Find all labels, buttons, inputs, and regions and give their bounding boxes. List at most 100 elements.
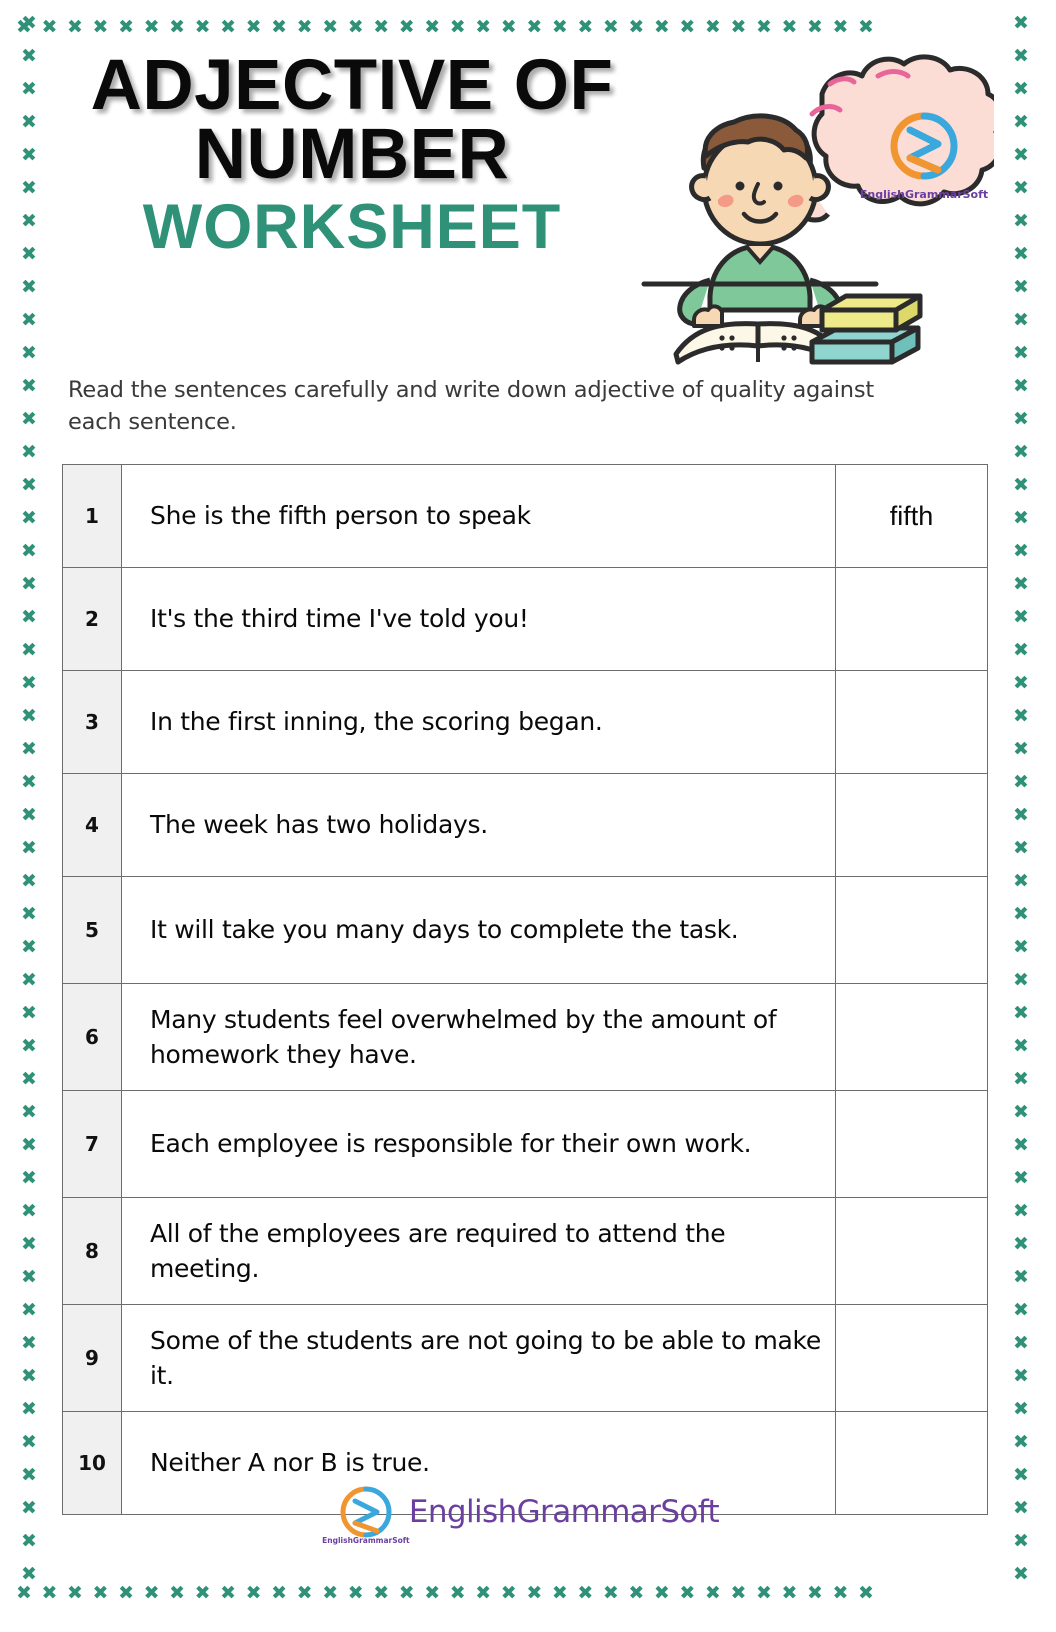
border-x-icon: ✖ bbox=[1013, 111, 1029, 133]
border-x-icon: ✖ bbox=[21, 507, 37, 529]
table-row: 6 Many students feel overwhelmed by the a… bbox=[62, 983, 988, 1091]
border-x-icon: ✖ bbox=[398, 1581, 415, 1604]
border-x-icon: ✖ bbox=[577, 15, 594, 38]
answer-cell[interactable] bbox=[835, 1090, 988, 1198]
border-x-icon: ✖ bbox=[143, 1581, 160, 1604]
border-x-icon: ✖ bbox=[169, 1581, 186, 1604]
border-x-icon: ✖ bbox=[1013, 1134, 1029, 1156]
border-x-icon: ✖ bbox=[21, 177, 37, 199]
border-x-icon: ✖ bbox=[21, 1101, 37, 1123]
border-x-icon: ✖ bbox=[194, 1581, 211, 1604]
border-x-icon: ✖ bbox=[1013, 705, 1029, 727]
decorative-border-top: ✖ ✖ ✖ ✖ ✖ ✖ ✖ ✖ ✖ ✖ ✖ ✖ ✖ ✖ ✖ ✖ ✖ ✖ ✖ ✖ ✖ ✖ ✖ ✖ ✖ ✖ ✖ ✖ ✖ ✖ ✖ ✖ ✖ ✖ bbox=[0, 14, 1056, 40]
answer-cell[interactable] bbox=[835, 773, 988, 877]
englishgrammarsoft-logo-icon: EnglishGrammarSoft bbox=[322, 1483, 410, 1545]
border-x-icon: ✖ bbox=[296, 1581, 313, 1604]
border-x-icon: ✖ bbox=[169, 15, 186, 38]
border-x-icon: ✖ bbox=[118, 1581, 134, 1604]
page-title-line1: ADJECTIVE OF bbox=[90, 46, 614, 125]
table-row: 2 It's the third time I've told you! bbox=[62, 567, 988, 671]
border-x-icon: ✖ bbox=[1013, 1398, 1029, 1420]
answer-cell[interactable] bbox=[835, 1197, 988, 1305]
border-x-icon: ✖ bbox=[322, 1581, 339, 1604]
border-x-icon: ✖ bbox=[1013, 144, 1029, 166]
answer-cell[interactable] bbox=[835, 983, 988, 1091]
answer-cell[interactable]: fifth bbox=[835, 464, 988, 568]
border-x-icon: ✖ bbox=[347, 15, 364, 38]
border-x-icon: ✖ bbox=[500, 1581, 517, 1604]
border-x-icon: ✖ bbox=[1013, 45, 1029, 67]
border-x-icon: ✖ bbox=[373, 15, 390, 38]
border-x-icon: ✖ bbox=[1013, 1233, 1029, 1255]
border-x-icon: ✖ bbox=[424, 1581, 441, 1604]
sentence-cell: Some of the students are not going to be… bbox=[121, 1304, 836, 1412]
border-x-icon: ✖ bbox=[194, 15, 211, 38]
border-x-icon: ✖ bbox=[21, 45, 37, 67]
border-x-icon: ✖ bbox=[21, 474, 37, 496]
sentence-cell: The week has two holidays. bbox=[121, 773, 836, 877]
reading-boy-illustration: EnglishGrammarSoft bbox=[614, 48, 1005, 368]
worksheet-header: ADJECTIVE OF NUMBER WORKSHEET EnglishGra… bbox=[62, 46, 1005, 365]
border-x-icon: ✖ bbox=[21, 441, 37, 463]
row-number-cell: 4 bbox=[62, 773, 122, 877]
border-x-icon: ✖ bbox=[21, 210, 37, 232]
bubble-logo-caption: EnglishGrammarSoft bbox=[860, 188, 988, 201]
border-x-icon: ✖ bbox=[1013, 243, 1029, 265]
answer-cell[interactable] bbox=[835, 876, 988, 984]
footer-logo-caption: EnglishGrammarSoft bbox=[322, 1536, 410, 1545]
border-x-icon: ✖ bbox=[475, 1581, 492, 1604]
border-x-icon: ✖ bbox=[1013, 1167, 1029, 1189]
border-x-icon: ✖ bbox=[1013, 969, 1029, 991]
border-x-icon: ✖ bbox=[271, 1581, 288, 1604]
border-x-icon: ✖ bbox=[679, 1581, 696, 1604]
row-number-cell: 7 bbox=[62, 1090, 122, 1198]
border-x-icon: ✖ bbox=[21, 1563, 37, 1585]
border-x-icon: ✖ bbox=[781, 15, 798, 38]
footer-branding: EnglishGrammarSoft EnglishGrammarSoft bbox=[0, 1483, 1056, 1545]
border-x-icon: ✖ bbox=[1013, 1266, 1029, 1288]
title-block: ADJECTIVE OF NUMBER WORKSHEET bbox=[62, 46, 642, 259]
border-x-icon: ✖ bbox=[373, 1581, 390, 1604]
border-x-icon: ✖ bbox=[67, 15, 83, 38]
border-x-icon: ✖ bbox=[21, 573, 37, 595]
border-x-icon: ✖ bbox=[21, 408, 37, 430]
border-x-icon: ✖ bbox=[296, 15, 313, 38]
border-x-icon: ✖ bbox=[41, 1581, 58, 1604]
border-x-icon: ✖ bbox=[347, 1581, 364, 1604]
answer-cell[interactable] bbox=[835, 567, 988, 671]
border-x-icon: ✖ bbox=[806, 15, 823, 38]
border-x-icon: ✖ bbox=[21, 1233, 37, 1255]
worksheet-table-body: 1 She is the fifth person to speak fifth 2 I… bbox=[62, 464, 988, 1515]
border-x-icon: ✖ bbox=[858, 15, 874, 38]
decorative-border-left: ✖ ✖ ✖ ✖ ✖ ✖ ✖ ✖ ✖ ✖ ✖ ✖ ✖ ✖ ✖ ✖ ✖ ✖ ✖ ✖ ✖ ✖ ✖ ✖ ✖ ✖ ✖ ✖ ✖ ✖ ✖ ✖ ✖ ✖ ✖ ✖ ✖ ✖ ✖ ✖… bbox=[16, 14, 42, 1606]
answer-cell[interactable] bbox=[835, 670, 988, 774]
border-x-icon: ✖ bbox=[1013, 375, 1029, 397]
border-x-icon: ✖ bbox=[1013, 1332, 1029, 1354]
border-x-icon: ✖ bbox=[21, 672, 37, 694]
border-x-icon: ✖ bbox=[551, 15, 568, 38]
sentence-cell: Each employee is responsible for their o… bbox=[121, 1090, 836, 1198]
border-x-icon: ✖ bbox=[21, 78, 37, 100]
border-x-icon: ✖ bbox=[1013, 573, 1029, 595]
table-row: 7 Each employee is responsible for their … bbox=[62, 1090, 988, 1198]
book-stack-icon bbox=[809, 293, 923, 365]
border-x-icon: ✖ bbox=[21, 243, 37, 265]
border-x-icon: ✖ bbox=[628, 15, 645, 38]
border-x-icon: ✖ bbox=[577, 1581, 594, 1604]
border-x-icon: ✖ bbox=[322, 15, 339, 38]
border-x-icon: ✖ bbox=[449, 1581, 466, 1604]
border-x-icon: ✖ bbox=[730, 15, 747, 38]
row-number-cell: 2 bbox=[62, 567, 122, 671]
border-x-icon: ✖ bbox=[21, 1299, 37, 1321]
answer-cell[interactable] bbox=[835, 1304, 988, 1412]
worksheet-page: ✖ ✖ ✖ ✖ ✖ ✖ ✖ ✖ ✖ ✖ ✖ ✖ ✖ ✖ ✖ ✖ ✖ ✖ ✖ ✖ ✖ ✖ ✖ ✖ ✖ ✖ ✖ ✖ ✖ ✖ ✖ ✖ ✖ ✖ ✖ ✖ ✖ ✖ ✖… bbox=[0, 0, 1056, 1632]
instructions-text: Read the sentences carefully and write d… bbox=[68, 377, 874, 435]
border-x-icon: ✖ bbox=[21, 12, 37, 34]
border-x-icon: ✖ bbox=[1013, 309, 1029, 331]
border-x-icon: ✖ bbox=[602, 15, 619, 38]
decorative-border-right: ✖ ✖ ✖ ✖ ✖ ✖ ✖ ✖ ✖ ✖ ✖ ✖ ✖ ✖ ✖ ✖ ✖ ✖ ✖ ✖ ✖ ✖ ✖ ✖ ✖ ✖ ✖ ✖ ✖ ✖ ✖ ✖ ✖ ✖ ✖ ✖ ✖ ✖ ✖ ✖… bbox=[1008, 14, 1034, 1606]
border-x-icon: ✖ bbox=[1013, 1200, 1029, 1222]
border-x-icon: ✖ bbox=[1013, 1035, 1029, 1057]
border-x-icon: ✖ bbox=[21, 309, 37, 331]
row-number-cell: 5 bbox=[62, 876, 122, 984]
